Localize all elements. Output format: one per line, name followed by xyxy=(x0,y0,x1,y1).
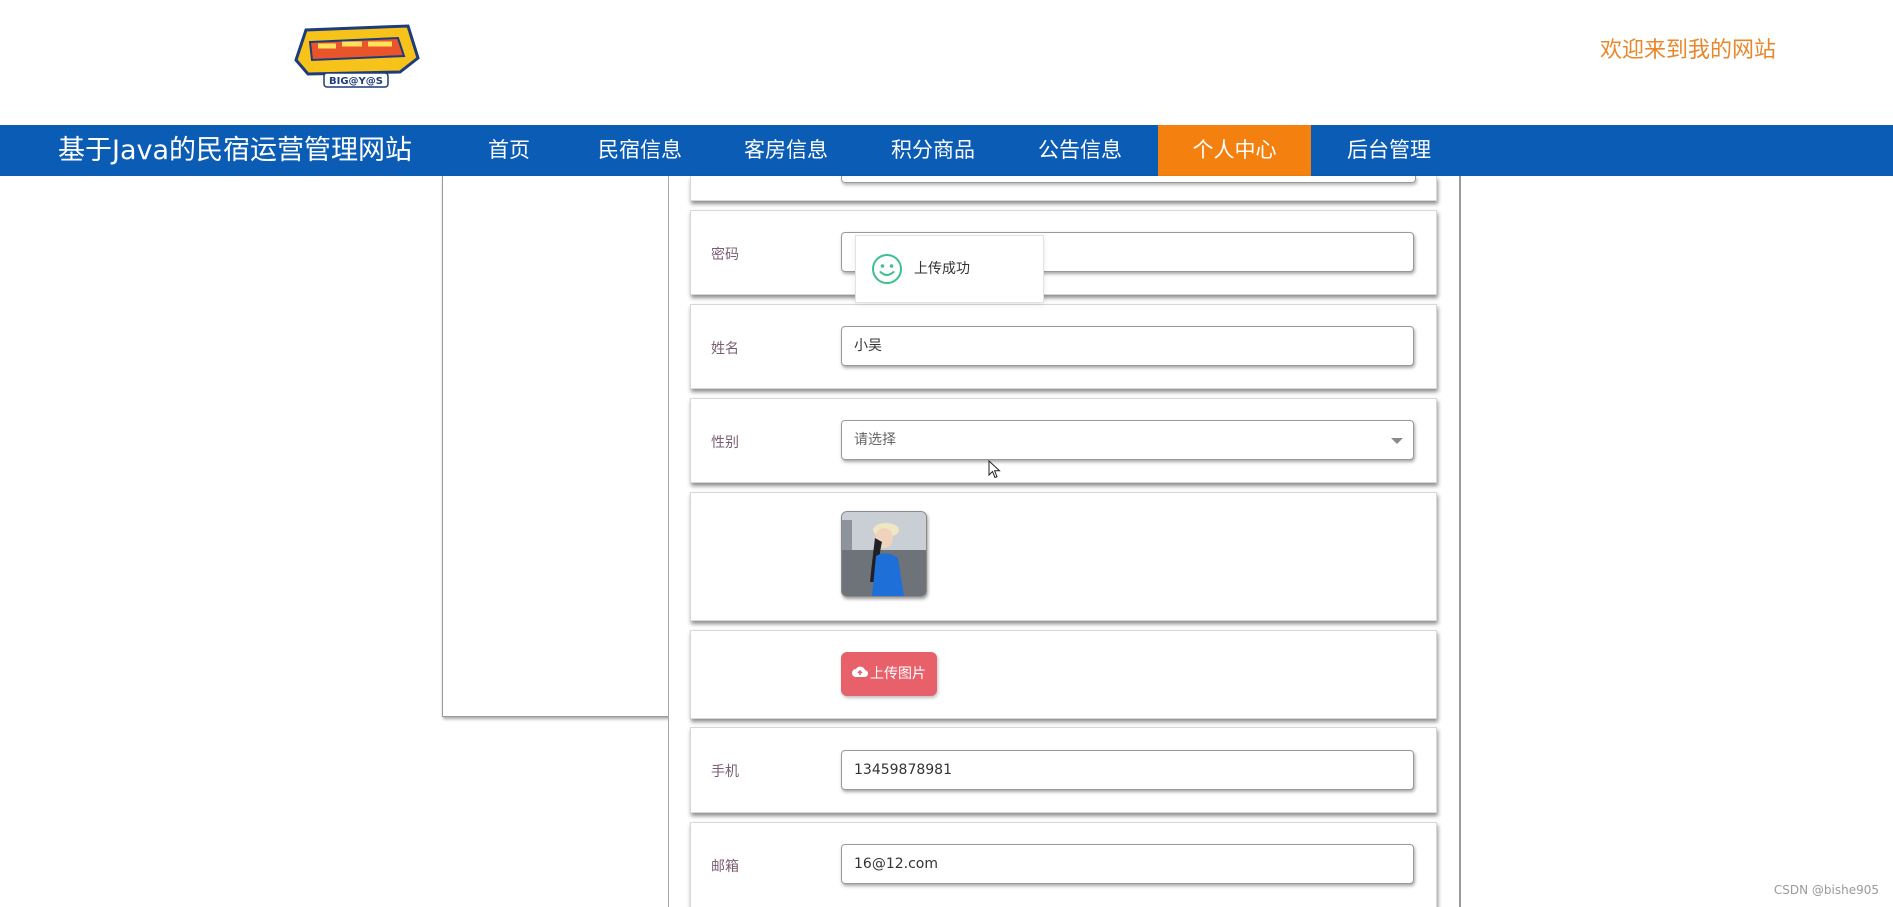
page: BIG@Y@S 欢迎来到我的网站 基于Java的民宿运营管理网站 首页 民宿信息… xyxy=(0,0,1893,907)
avatar-image[interactable] xyxy=(841,511,927,597)
email-field[interactable]: 16@12.com xyxy=(841,844,1414,884)
gender-select-value: 请选择 xyxy=(854,432,896,448)
nav-item-points-goods[interactable]: 积分商品 xyxy=(873,125,993,176)
site-logo[interactable]: BIG@Y@S xyxy=(288,20,424,90)
form-row-phone: 手机 13459878981 xyxy=(690,727,1437,813)
gender-label: 性别 xyxy=(711,435,739,451)
nav-item-room-info[interactable]: 客房信息 xyxy=(726,125,846,176)
phone-field[interactable]: 13459878981 xyxy=(841,750,1414,790)
nav-item-admin[interactable]: 后台管理 xyxy=(1329,125,1449,176)
toast-text: 上传成功 xyxy=(914,261,970,277)
sidebar-panel xyxy=(442,176,669,717)
smile-icon xyxy=(872,254,902,284)
upload-image-button[interactable]: 上传图片 xyxy=(841,652,937,696)
form-row-gender: 性别 请选择 xyxy=(690,398,1437,483)
nav-item-homestay-info[interactable]: 民宿信息 xyxy=(580,125,700,176)
partial-input[interactable] xyxy=(841,176,1416,183)
nav-item-home[interactable]: 首页 xyxy=(468,125,550,176)
chevron-down-icon xyxy=(1391,438,1403,444)
form-row-name: 姓名 小吴 xyxy=(690,304,1437,389)
mouse-cursor-icon xyxy=(988,460,1001,479)
form-row-password: 密码 xyxy=(690,210,1437,295)
name-label: 姓名 xyxy=(711,341,739,357)
welcome-text: 欢迎来到我的网站 xyxy=(1600,38,1777,63)
logo-graphic: BIG@Y@S xyxy=(294,24,420,88)
phone-label: 手机 xyxy=(711,764,739,780)
gender-select[interactable]: 请选择 xyxy=(841,420,1414,460)
main-navbar: 基于Java的民宿运营管理网站 首页 民宿信息 客房信息 积分商品 公告信息 个… xyxy=(0,125,1893,176)
form-row-partial xyxy=(690,176,1437,201)
toast-message: 上传成功 xyxy=(855,235,1044,303)
logo-text: BIG@Y@S xyxy=(329,76,383,87)
site-title[interactable]: 基于Java的民宿运营管理网站 xyxy=(58,125,412,176)
upload-image-label: 上传图片 xyxy=(870,666,926,682)
nav-item-personal-center[interactable]: 个人中心 xyxy=(1158,125,1311,176)
form-row-upload: 上传图片 xyxy=(690,630,1437,719)
form-row-avatar xyxy=(690,492,1437,621)
cloud-upload-icon xyxy=(852,652,869,696)
password-label: 密码 xyxy=(711,247,739,263)
watermark: CSDN @bishe905 xyxy=(1773,883,1879,897)
nav-item-announcements[interactable]: 公告信息 xyxy=(1020,125,1140,176)
email-label: 邮箱 xyxy=(711,859,739,875)
form-row-email: 邮箱 16@12.com xyxy=(690,822,1437,907)
avatar-photo xyxy=(842,512,926,596)
name-field[interactable]: 小吴 xyxy=(841,326,1414,366)
